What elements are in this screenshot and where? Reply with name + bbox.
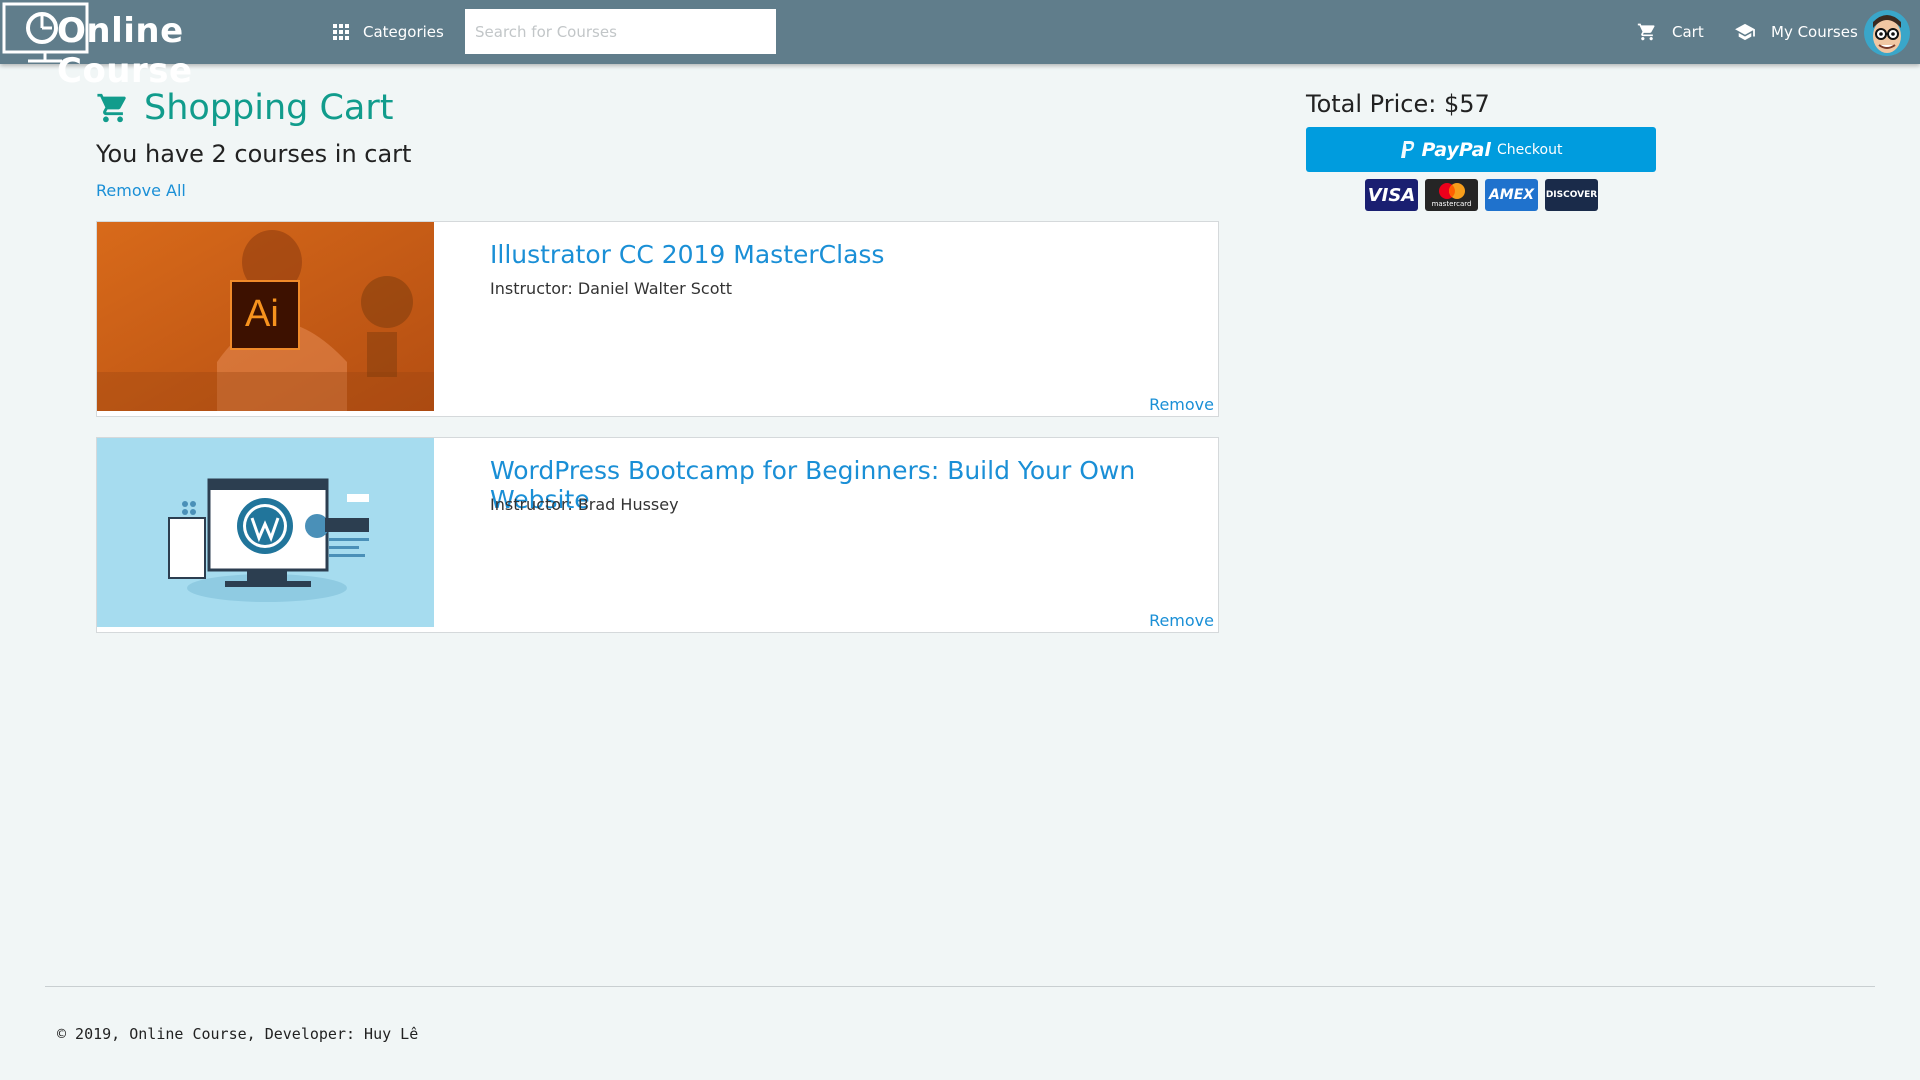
illustrator-badge-label: Ai	[245, 293, 279, 335]
remove-item-link[interactable]: Remove	[1149, 395, 1214, 414]
footer-copyright: © 2019, Online Course, Developer: Huy Lê	[57, 1025, 419, 1043]
page-title: Shopping Cart	[96, 86, 394, 130]
categories-menu[interactable]: Categories	[333, 0, 444, 64]
my-courses-label: My Courses	[1771, 23, 1858, 41]
grid-icon	[333, 24, 349, 40]
mastercard-label: mastercard	[1431, 200, 1472, 208]
graduation-cap-icon	[1735, 23, 1755, 41]
nav-cart-link[interactable]: Cart	[1637, 0, 1704, 64]
cart-icon	[1637, 23, 1655, 41]
course-thumbnail[interactable]: Ai	[97, 222, 434, 411]
mastercard-circles-icon	[1438, 183, 1465, 199]
cart-item: Ai Illustrator CC 2019 MasterClass Instr…	[96, 221, 1219, 417]
footer-divider	[45, 986, 1875, 987]
cart-item: WordPress Bootcamp for Beginners: Build …	[96, 437, 1219, 633]
course-instructor: Instructor: Daniel Walter Scott	[490, 279, 733, 298]
paypal-p-icon	[1400, 140, 1414, 158]
logo-text: Online Course	[57, 11, 193, 91]
nav-my-courses-link[interactable]: My Courses	[1734, 0, 1858, 64]
discover-card-icon: DISCOVER	[1545, 179, 1598, 211]
cart-icon	[97, 93, 126, 123]
remove-item-link[interactable]: Remove	[1149, 611, 1214, 630]
total-price: Total Price: $57	[1306, 90, 1490, 118]
paypal-checkout-button[interactable]: PayPal Checkout	[1306, 127, 1656, 172]
visa-card-icon: VISA	[1365, 179, 1418, 211]
mastercard-card-icon: mastercard	[1425, 179, 1478, 211]
amex-card-icon: AMEX	[1485, 179, 1538, 211]
categories-label: Categories	[363, 23, 444, 41]
course-title[interactable]: Illustrator CC 2019 MasterClass	[490, 240, 884, 269]
user-avatar[interactable]	[1864, 10, 1910, 56]
paypal-brand-label: PayPal	[1421, 138, 1491, 161]
search-input[interactable]	[465, 9, 776, 54]
paypal-checkout-label: Checkout	[1496, 141, 1563, 158]
page-title-text: Shopping Cart	[144, 88, 394, 128]
remove-all-link[interactable]: Remove All	[96, 181, 186, 200]
course-instructor: Instructor: Brad Hussey	[490, 495, 679, 514]
course-thumbnail[interactable]	[97, 438, 434, 627]
avatar-face-icon	[1864, 10, 1910, 56]
site-logo[interactable]: Online Course	[2, 2, 282, 91]
cart-label: Cart	[1672, 23, 1704, 41]
payment-cards: VISA mastercard AMEX DISCOVER	[1365, 179, 1598, 211]
top-navbar: Online Course Categories Cart My Courses	[0, 0, 1920, 91]
cart-count-text: You have 2 courses in cart	[96, 140, 412, 168]
wordpress-thumbnail-image	[97, 438, 434, 627]
